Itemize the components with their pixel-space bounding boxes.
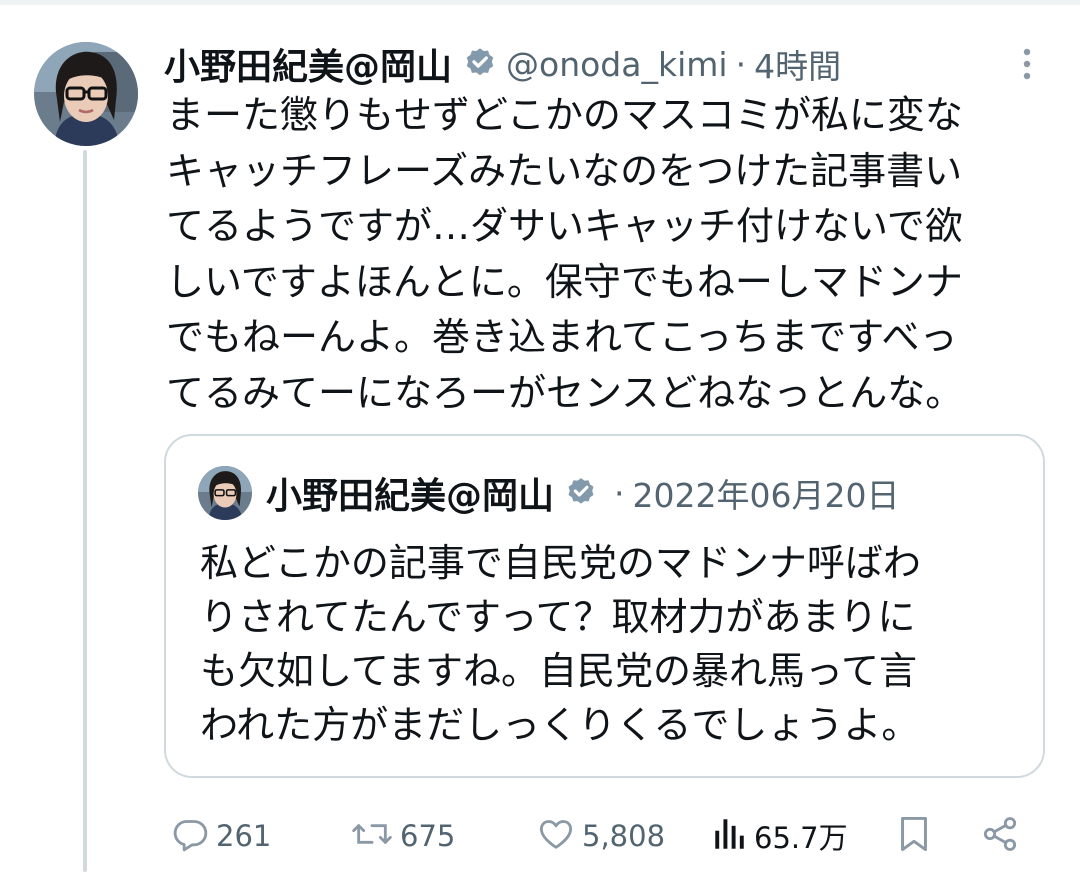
tweet-header: 小野田紀美@岡山 @onoda_kimi · 4時間	[164, 36, 1044, 92]
bookmark-icon	[896, 814, 932, 858]
quoted-display-name: 小野田紀美@岡山	[266, 476, 555, 517]
tweet-text-line: でもねーんよ。巻き込まれてこっちまですべっ	[166, 315, 958, 359]
quoted-post-date: 2022年06月20日	[632, 476, 900, 515]
separator-dot: ·	[614, 473, 625, 513]
like-button[interactable]: 5,808	[536, 808, 665, 864]
tweet-text: まーた懲りもせずどこかのマスコミが私に変な キャッチフレーズみたいなのをつけた記…	[166, 88, 1046, 421]
thread-line	[83, 150, 87, 872]
action-bar: 261 675 5,808 65.7万	[164, 808, 1044, 864]
separator-dot: ·	[735, 44, 747, 84]
quoted-text-line: りされてたんですって？取材力があまりに	[200, 595, 916, 639]
quoted-avatar	[198, 466, 252, 520]
share-icon	[980, 814, 1020, 858]
more-options-icon[interactable]	[1012, 44, 1042, 84]
post-time[interactable]: 4時間	[754, 40, 841, 88]
tweet-text-line: キャッチフレーズみたいなのをつけた記事書い	[166, 148, 963, 193]
reply-button[interactable]: 261	[170, 808, 271, 864]
quoted-post-header: 小野田紀美@岡山 · 2022年06月20日	[198, 464, 899, 522]
bookmark-button[interactable]	[896, 808, 932, 864]
quoted-text-line: も欠如してますね。自民党の暴れ馬って言	[200, 649, 918, 693]
avatar[interactable]	[34, 42, 138, 146]
user-handle[interactable]: @onoda_kimi	[506, 45, 728, 84]
view-count: 65.7万	[754, 821, 848, 855]
tweet-text-line: しいですよほんとに。保守でもねーしマドンナ	[166, 259, 963, 304]
tweet-text-line: てるみてーになろーがセンスどねなっとんな。	[166, 370, 964, 415]
repost-icon	[350, 814, 394, 858]
reply-count: 261	[216, 819, 272, 853]
quoted-post-text: 私どこかの記事で自民党のマドンナ呼ばわ りされてたんですって？取材力があまりに …	[200, 536, 1020, 752]
quoted-text-line: 私どこかの記事で自民党のマドンナ呼ばわ	[200, 541, 921, 585]
reply-icon	[170, 814, 210, 858]
tweet-text-line: まーた懲りもせずどこかのマスコミが私に変な	[166, 93, 963, 137]
quoted-text-line: われた方がまだしっくりくるでしょうよ。	[200, 703, 920, 747]
views-chart-icon	[712, 814, 748, 858]
verified-badge-icon	[462, 46, 498, 82]
heart-icon	[536, 814, 576, 858]
repost-count: 675	[400, 819, 456, 853]
tweet-text-line: てるようですが…ダサいキャッチ付けないで欲	[166, 204, 963, 248]
top-divider	[0, 0, 1080, 5]
display-name[interactable]: 小野田紀美@岡山	[164, 38, 452, 90]
verified-badge-icon	[564, 476, 598, 510]
repost-button[interactable]: 675	[350, 808, 455, 864]
like-count: 5,808	[582, 819, 666, 853]
quoted-post-card[interactable]: 小野田紀美@岡山 · 2022年06月20日 私どこかの記事で自民党のマドンナ呼…	[164, 434, 1045, 778]
views-button[interactable]: 65.7万	[712, 808, 848, 864]
share-button[interactable]	[980, 808, 1020, 864]
